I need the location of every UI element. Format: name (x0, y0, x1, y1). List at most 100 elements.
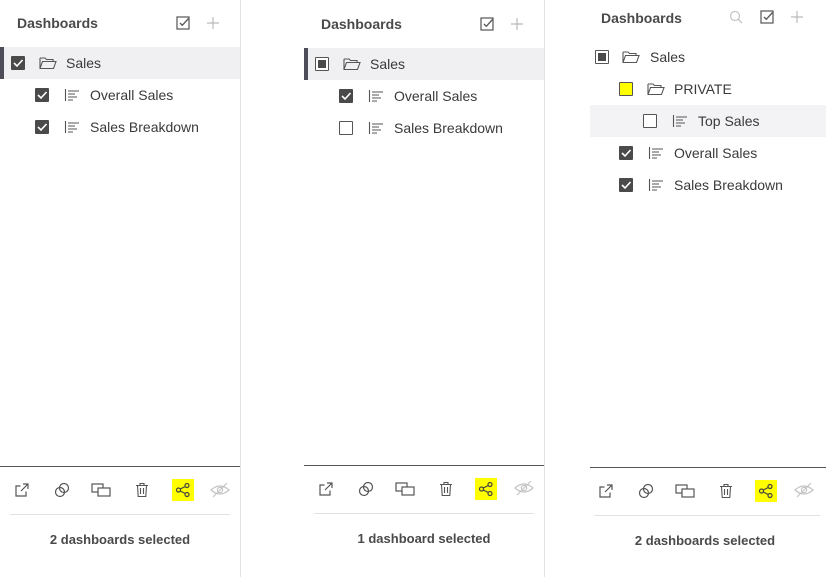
delete-button[interactable] (435, 478, 457, 500)
footer-separator (314, 513, 534, 514)
tree-item-label: Sales (66, 55, 102, 71)
open-button[interactable] (11, 479, 33, 501)
share-icon (478, 481, 493, 497)
share-button[interactable] (475, 478, 497, 500)
selection-status: 2 dashboards selected (49, 532, 191, 547)
tree-row-folder-sales[interactable]: Sales (590, 41, 826, 73)
dashboard-list-icon (63, 119, 81, 135)
check-icon (621, 149, 632, 158)
open-button[interactable] (595, 480, 617, 502)
link-button[interactable] (635, 480, 657, 502)
folder-icon (647, 81, 665, 97)
checkbox-unchecked[interactable] (339, 121, 353, 135)
panel-header: Dashboards (304, 0, 544, 46)
select-mode-button[interactable] (759, 9, 775, 25)
checkbox-partial[interactable] (315, 57, 329, 71)
check-icon (621, 181, 632, 190)
hide-icon (210, 482, 230, 498)
dashboard-list-icon (647, 145, 665, 161)
tree-row-dashboard-sales-breakdown[interactable]: Sales Breakdown (304, 112, 544, 144)
panel-title: Dashboards (321, 16, 402, 32)
check-square-icon (760, 10, 774, 24)
checkbox-checked[interactable] (35, 120, 49, 134)
duplicate-button[interactable] (90, 479, 112, 501)
tree-item-label: Sales Breakdown (394, 120, 503, 136)
share-icon (175, 482, 190, 498)
share-button[interactable] (172, 479, 194, 501)
tree-row-dashboard-overall-sales[interactable]: Overall Sales (0, 79, 240, 111)
tree-item-label: Overall Sales (674, 145, 758, 161)
search-button[interactable] (728, 9, 744, 25)
tree-row-folder-sales[interactable]: Sales (0, 47, 240, 79)
trash-icon (136, 482, 148, 498)
panel-divider (240, 0, 241, 577)
checkbox-unchecked-highlighted[interactable] (619, 82, 633, 96)
checkbox-unchecked[interactable] (643, 114, 657, 128)
plus-icon (207, 17, 219, 29)
tree-item-label: Sales Breakdown (90, 119, 199, 135)
delete-button[interactable] (715, 480, 737, 502)
selection-status: 1 dashboard selected (357, 531, 491, 546)
link-button[interactable] (355, 478, 377, 500)
link-button[interactable] (51, 479, 73, 501)
delete-button[interactable] (131, 479, 153, 501)
dashboards-panel-3: Dashboards Sales PRIVATE Top Sales Overa… (590, 0, 826, 577)
checkbox-checked[interactable] (35, 88, 49, 102)
add-button[interactable] (205, 15, 221, 31)
footer-divider (304, 465, 544, 466)
tree-row-folder-sales[interactable]: Sales (304, 48, 544, 80)
search-icon (729, 10, 743, 24)
checkbox-checked[interactable] (339, 89, 353, 103)
check-square-icon (176, 16, 190, 30)
hide-icon (514, 480, 534, 496)
dashboard-list-icon (671, 113, 689, 129)
checkbox-checked[interactable] (11, 56, 25, 70)
tree-row-dashboard-sales-breakdown[interactable]: Sales Breakdown (590, 169, 826, 201)
tree-item-label: Sales Breakdown (674, 177, 783, 193)
tree-item-label: PRIVATE (674, 81, 732, 97)
panel-header: Dashboards (590, 0, 826, 46)
panel-header: Dashboards (0, 0, 240, 46)
check-icon (37, 91, 48, 100)
share-button[interactable] (755, 480, 777, 502)
link-icon (54, 482, 70, 498)
dashboards-panel-2: Dashboards Sales Overall Sales Sales Bre… (304, 0, 544, 577)
folder-icon (622, 49, 640, 65)
link-icon (638, 483, 654, 499)
dashboard-list-icon (367, 120, 385, 136)
checkbox-checked[interactable] (619, 178, 633, 192)
selection-status: 2 dashboards selected (634, 533, 776, 548)
tree-row-folder-private[interactable]: PRIVATE (590, 73, 826, 105)
hide-button[interactable] (209, 479, 231, 501)
panel-title: Dashboards (17, 15, 98, 31)
tree-item-label: Overall Sales (394, 88, 478, 104)
duplicate-icon (675, 484, 695, 498)
dashboards-panel-1: Dashboards Sales Overall Sales Sales Bre… (0, 0, 240, 577)
plus-icon (511, 18, 523, 30)
check-icon (13, 59, 24, 68)
dashboard-list-icon (647, 177, 665, 193)
duplicate-icon (91, 483, 111, 497)
open-button[interactable] (315, 478, 337, 500)
tree-item-label: Sales (650, 49, 686, 65)
checkbox-checked[interactable] (619, 146, 633, 160)
link-icon (358, 481, 374, 497)
open-external-icon (15, 483, 29, 497)
select-mode-button[interactable] (175, 15, 191, 31)
hide-button[interactable] (793, 479, 815, 501)
tree-row-dashboard-overall-sales[interactable]: Overall Sales (304, 80, 544, 112)
tree-row-dashboard-top-sales[interactable]: Top Sales (590, 105, 826, 137)
tree-row-dashboard-sales-breakdown[interactable]: Sales Breakdown (0, 111, 240, 143)
duplicate-button[interactable] (394, 478, 416, 500)
add-button[interactable] (509, 16, 525, 32)
tree-row-dashboard-overall-sales[interactable]: Overall Sales (590, 137, 826, 169)
hide-button[interactable] (513, 477, 535, 499)
add-button[interactable] (789, 9, 805, 25)
duplicate-button[interactable] (674, 480, 696, 502)
tree-item-label: Top Sales (698, 113, 760, 129)
checkbox-partial[interactable] (595, 50, 609, 64)
select-mode-button[interactable] (479, 16, 495, 32)
footer-divider (0, 466, 240, 467)
selection-indicator (304, 48, 308, 80)
trash-icon (440, 481, 452, 497)
